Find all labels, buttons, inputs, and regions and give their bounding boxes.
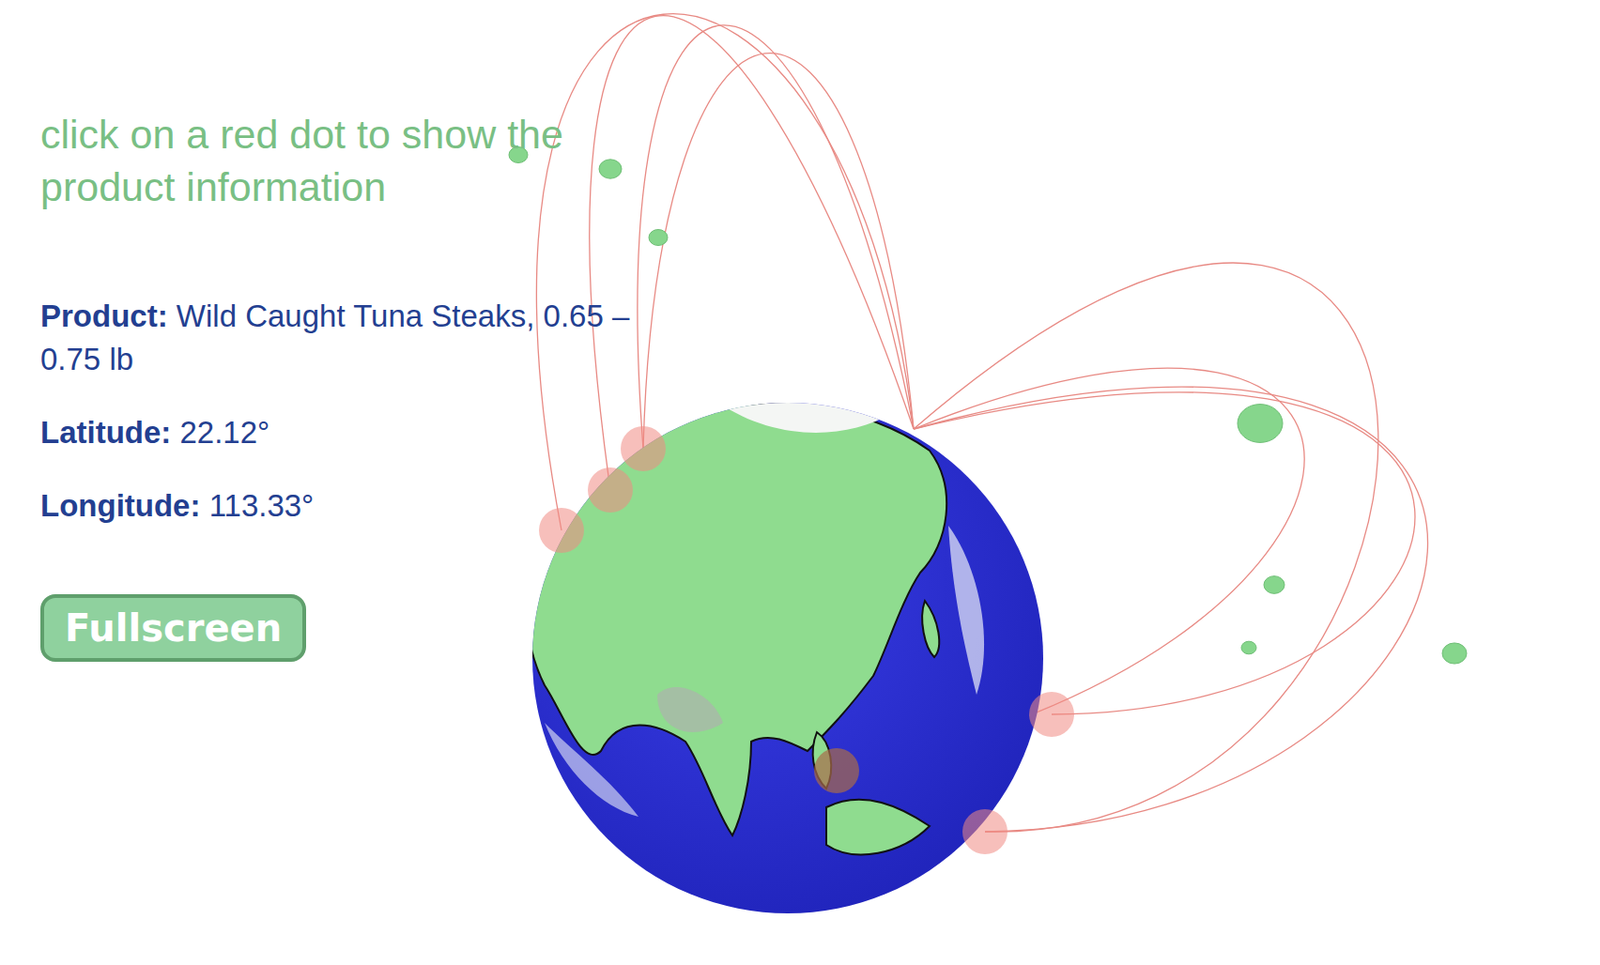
product-marker[interactable]: [1029, 692, 1075, 738]
info-label: Product:: [40, 298, 169, 334]
info-row: Longitude: 113.33°: [40, 484, 661, 528]
info-panel: click on a red dot to show the product i…: [0, 0, 698, 662]
route-arc: [637, 25, 914, 449]
info-row: Product: Wild Caught Tuna Steaks, 0.65 –…: [40, 294, 661, 382]
product-marker[interactable]: [620, 426, 666, 472]
route-arc: [589, 15, 914, 491]
product-marker[interactable]: [962, 809, 1008, 855]
fullscreen-button[interactable]: Fullscreen: [40, 594, 307, 662]
info-label: Longitude:: [40, 488, 200, 524]
satellite-dot: [1442, 643, 1467, 664]
product-marker[interactable]: [814, 748, 860, 794]
product-info: Product: Wild Caught Tuna Steaks, 0.65 –…: [40, 294, 661, 529]
satellite-dot: [599, 159, 622, 179]
globe[interactable]: [525, 385, 1044, 914]
satellite-dot: [1237, 404, 1283, 444]
info-label: Latitude:: [40, 415, 171, 450]
info-value: 22.12°: [180, 415, 271, 450]
product-marker[interactable]: [587, 467, 633, 513]
product-marker[interactable]: [538, 507, 585, 554]
satellite-dot: [1241, 641, 1257, 655]
route-arc: [643, 53, 914, 449]
satellite-dot: [648, 230, 668, 247]
info-value: 113.33°: [209, 488, 315, 524]
info-row: Latitude: 22.12°: [40, 411, 661, 455]
instruction-text: click on a red dot to show the product i…: [40, 108, 679, 215]
globe-page: click on a red dot to show the product i…: [0, 0, 1600, 965]
satellite-dot: [1263, 576, 1285, 595]
